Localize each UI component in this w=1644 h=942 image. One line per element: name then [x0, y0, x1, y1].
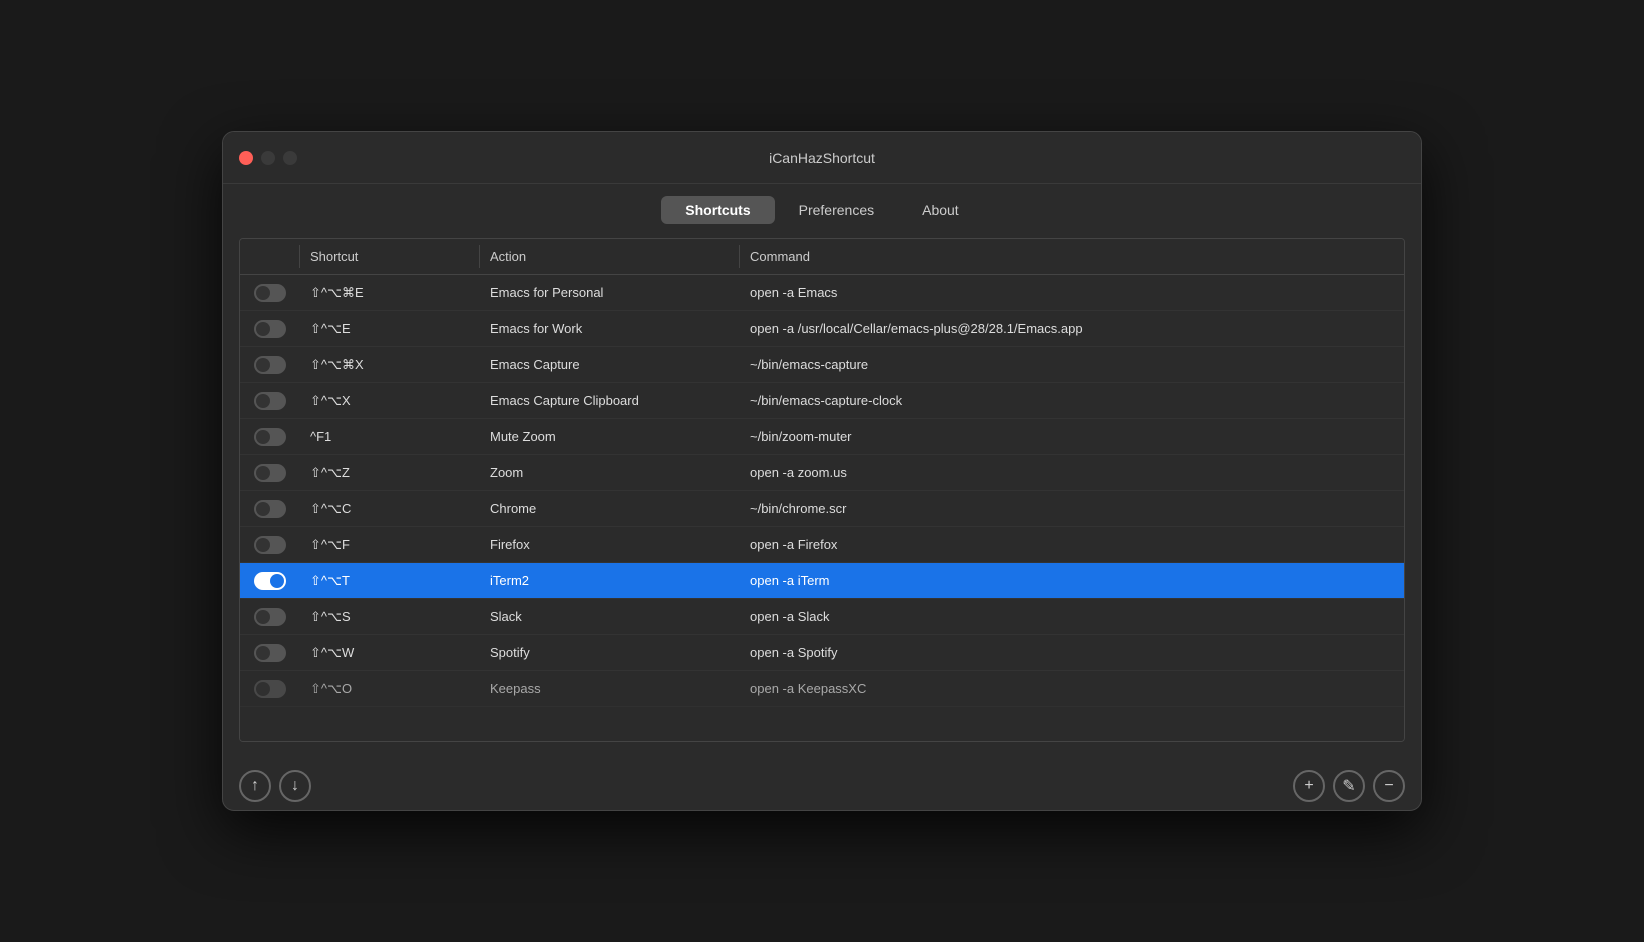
table-row[interactable]: ⇧^⌥CChrome~/bin/chrome.scr [240, 491, 1404, 527]
edit-button[interactable]: ✎ [1333, 770, 1365, 802]
shortcut-cell: ⇧^⌥⌘E [300, 279, 480, 307]
toggle-cell [240, 350, 300, 380]
window-title: iCanHazShortcut [769, 150, 875, 166]
toggle-cell [240, 458, 300, 488]
action-cell: Emacs for Work [480, 315, 740, 342]
shortcut-cell: ⇧^⌥W [300, 639, 480, 667]
col-action: Action [480, 245, 740, 268]
col-shortcut: Shortcut [300, 245, 480, 268]
table-body: ⇧^⌥⌘EEmacs for Personalopen -a Emacs⇧^⌥E… [240, 275, 1404, 741]
command-cell: open -a Emacs [740, 279, 1404, 306]
toggle-switch[interactable] [254, 356, 286, 374]
toggle-switch[interactable] [254, 608, 286, 626]
command-cell: open -a Spotify [740, 639, 1404, 666]
action-cell: Chrome [480, 495, 740, 522]
toggle-cell [240, 314, 300, 344]
maximize-button[interactable] [283, 151, 297, 165]
shortcut-cell: ⇧^⌥C [300, 495, 480, 523]
remove-button[interactable]: − [1373, 770, 1405, 802]
action-cell: Emacs for Personal [480, 279, 740, 306]
toggle-switch[interactable] [254, 644, 286, 662]
shortcut-cell: ^F1 [300, 423, 480, 450]
minimize-button[interactable] [261, 151, 275, 165]
table-row[interactable]: ⇧^⌥SSlackopen -a Slack [240, 599, 1404, 635]
action-cell: Emacs Capture [480, 351, 740, 378]
toggle-cell [240, 422, 300, 452]
table-row[interactable]: ⇧^⌥TiTerm2open -a iTerm [240, 563, 1404, 599]
toggle-switch[interactable] [254, 284, 286, 302]
col-command: Command [740, 245, 1404, 268]
shortcuts-table: Shortcut Action Command ⇧^⌥⌘EEmacs for P… [239, 238, 1405, 742]
action-cell: Firefox [480, 531, 740, 558]
titlebar: iCanHazShortcut [223, 132, 1421, 184]
app-window: iCanHazShortcut Shortcuts Preferences Ab… [222, 131, 1422, 811]
command-cell: ~/bin/emacs-capture [740, 351, 1404, 378]
table-row[interactable]: ⇧^⌥⌘XEmacs Capture~/bin/emacs-capture [240, 347, 1404, 383]
action-cell: Spotify [480, 639, 740, 666]
command-cell: open -a /usr/local/Cellar/emacs-plus@28/… [740, 315, 1404, 342]
move-up-button[interactable]: ↑ [239, 770, 271, 802]
shortcut-cell: ⇧^⌥S [300, 603, 480, 631]
command-cell: open -a KeepassXC [740, 675, 1404, 702]
command-cell: ~/bin/zoom-muter [740, 423, 1404, 450]
table-row[interactable]: ⇧^⌥⌘EEmacs for Personalopen -a Emacs [240, 275, 1404, 311]
toggle-switch[interactable] [254, 464, 286, 482]
add-button[interactable]: + [1293, 770, 1325, 802]
action-cell: Slack [480, 603, 740, 630]
move-down-button[interactable]: ↓ [279, 770, 311, 802]
main-content: Shortcut Action Command ⇧^⌥⌘EEmacs for P… [223, 238, 1421, 758]
toggle-cell [240, 566, 300, 596]
toggle-cell [240, 386, 300, 416]
command-cell: open -a Slack [740, 603, 1404, 630]
table-row[interactable]: ^F1Mute Zoom~/bin/zoom-muter [240, 419, 1404, 455]
table-row[interactable]: ⇧^⌥WSpotifyopen -a Spotify [240, 635, 1404, 671]
col-toggle [240, 245, 300, 268]
table-row[interactable]: ⇧^⌥ZZoomopen -a zoom.us [240, 455, 1404, 491]
shortcut-cell: ⇧^⌥F [300, 531, 480, 559]
shortcut-cell: ⇧^⌥Z [300, 459, 480, 487]
move-buttons: ↑ ↓ [239, 770, 311, 802]
table-row[interactable]: ⇧^⌥OKeepassopen -a KeepassXC [240, 671, 1404, 707]
toggle-cell [240, 530, 300, 560]
tab-about[interactable]: About [898, 196, 983, 224]
shortcut-cell: ⇧^⌥⌘X [300, 351, 480, 379]
tab-bar: Shortcuts Preferences About [223, 184, 1421, 238]
traffic-lights [239, 151, 297, 165]
table-header: Shortcut Action Command [240, 239, 1404, 275]
shortcut-cell: ⇧^⌥E [300, 315, 480, 343]
action-cell: iTerm2 [480, 567, 740, 594]
command-cell: open -a iTerm [740, 567, 1404, 594]
command-cell: ~/bin/emacs-capture-clock [740, 387, 1404, 414]
toggle-switch[interactable] [254, 536, 286, 554]
tab-preferences[interactable]: Preferences [775, 196, 898, 224]
toggle-cell [240, 638, 300, 668]
shortcut-cell: ⇧^⌥O [300, 675, 480, 703]
action-cell: Mute Zoom [480, 423, 740, 450]
toggle-cell [240, 674, 300, 704]
action-cell: Keepass [480, 675, 740, 702]
tab-shortcuts[interactable]: Shortcuts [661, 196, 774, 224]
toggle-cell [240, 494, 300, 524]
command-cell: open -a Firefox [740, 531, 1404, 558]
close-button[interactable] [239, 151, 253, 165]
action-cell: Zoom [480, 459, 740, 486]
action-buttons: + ✎ − [1293, 770, 1405, 802]
toggle-switch[interactable] [254, 680, 286, 698]
toggle-cell [240, 278, 300, 308]
table-row[interactable]: ⇧^⌥EEmacs for Workopen -a /usr/local/Cel… [240, 311, 1404, 347]
toggle-cell [240, 602, 300, 632]
action-cell: Emacs Capture Clipboard [480, 387, 740, 414]
command-cell: open -a zoom.us [740, 459, 1404, 486]
toggle-switch[interactable] [254, 428, 286, 446]
toggle-switch[interactable] [254, 320, 286, 338]
shortcut-cell: ⇧^⌥T [300, 567, 480, 595]
table-row[interactable]: ⇧^⌥XEmacs Capture Clipboard~/bin/emacs-c… [240, 383, 1404, 419]
toggle-switch[interactable] [254, 572, 286, 590]
toggle-switch[interactable] [254, 500, 286, 518]
shortcut-cell: ⇧^⌥X [300, 387, 480, 415]
table-row[interactable]: ⇧^⌥FFirefoxopen -a Firefox [240, 527, 1404, 563]
command-cell: ~/bin/chrome.scr [740, 495, 1404, 522]
toggle-switch[interactable] [254, 392, 286, 410]
bottom-bar: ↑ ↓ + ✎ − [223, 758, 1421, 810]
